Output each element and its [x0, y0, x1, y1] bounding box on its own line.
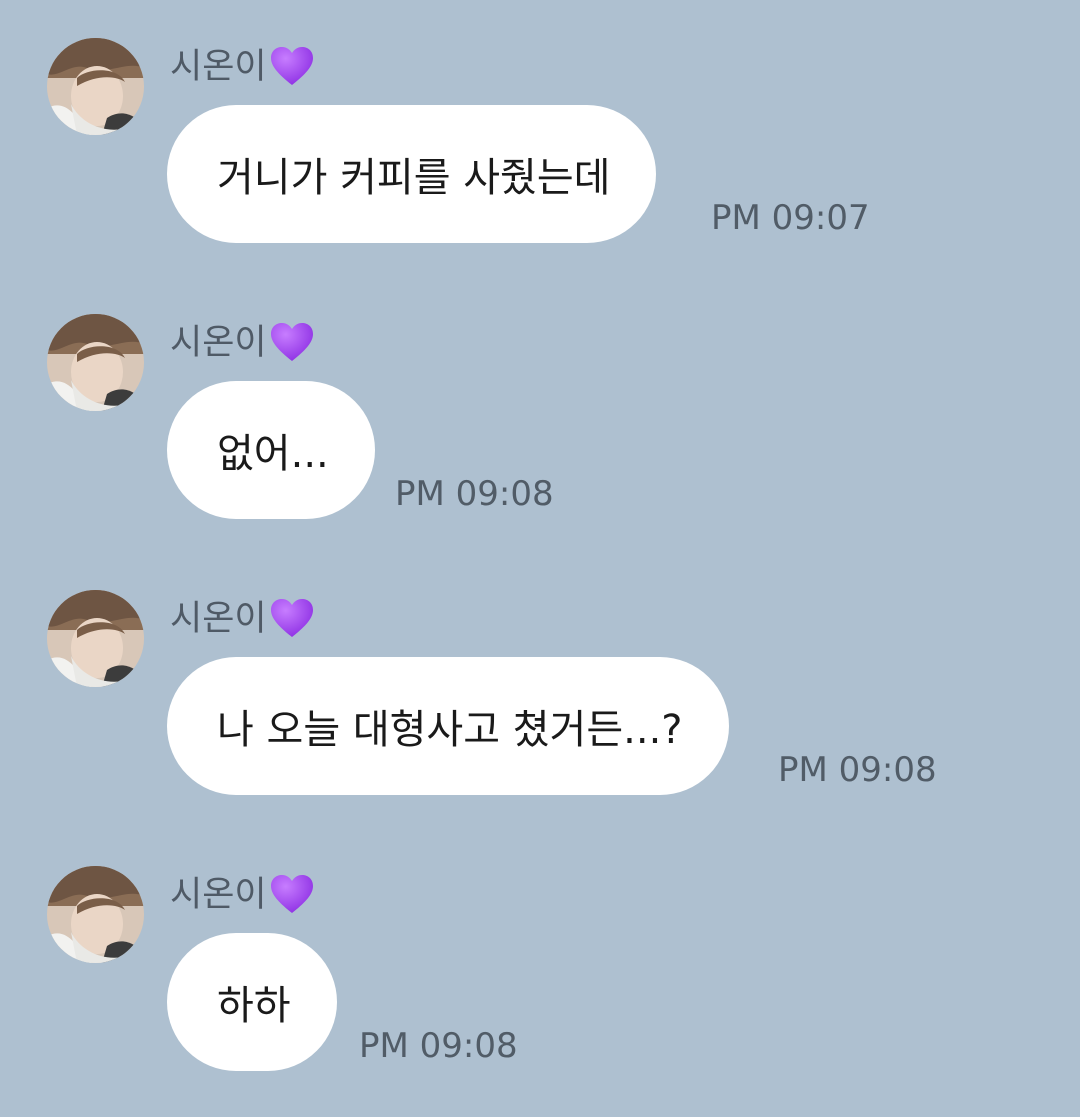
avatar[interactable]: [47, 866, 144, 963]
chat-message: 시온이 거니가 커피를 사줬는데 PM 09:07: [0, 0, 1080, 276]
sender-name-row: 시온이: [170, 596, 315, 642]
sender-name-row: 시온이: [170, 320, 315, 366]
sender-name-row: 시온이: [170, 872, 315, 918]
purple-heart-icon: [270, 323, 313, 361]
chat-message: 시온이 하하 PM 09:08: [0, 828, 1080, 1104]
chat-thread[interactable]: 시온이 거니가 커피를 사줬는데 PM 09:07 시온이 없어... PM 0…: [0, 0, 1080, 1117]
message-time: PM 09:07: [711, 198, 870, 238]
purple-heart-icon: [270, 599, 313, 637]
message-text: 없어...: [217, 431, 329, 477]
purple-heart-icon: [270, 875, 313, 913]
message-text: 하하: [217, 983, 291, 1029]
message-text: 거니가 커피를 사줬는데: [217, 155, 611, 201]
sender-name: 시온이: [170, 323, 267, 363]
message-bubble[interactable]: 하하: [167, 933, 337, 1071]
purple-heart-icon: [270, 47, 313, 85]
chat-message: 시온이 없어... PM 09:08: [0, 276, 1080, 552]
message-time: PM 09:08: [778, 750, 937, 790]
message-bubble[interactable]: 거니가 커피를 사줬는데: [167, 105, 657, 243]
sender-name: 시온이: [170, 599, 267, 639]
sender-name-row: 시온이: [170, 44, 315, 90]
avatar[interactable]: [47, 590, 144, 687]
message-time: PM 09:08: [395, 474, 554, 514]
avatar[interactable]: [47, 38, 144, 135]
chat-message: 시온이 나 오늘 대형사고 쳤거든...? PM 09:08: [0, 552, 1080, 828]
avatar[interactable]: [47, 314, 144, 411]
message-bubble[interactable]: 없어...: [167, 381, 375, 519]
sender-name: 시온이: [170, 47, 267, 87]
message-bubble[interactable]: 나 오늘 대형사고 쳤거든...?: [167, 657, 729, 795]
message-text: 나 오늘 대형사고 쳤거든...?: [217, 707, 683, 753]
message-time: PM 09:08: [359, 1026, 518, 1066]
sender-name: 시온이: [170, 875, 267, 915]
